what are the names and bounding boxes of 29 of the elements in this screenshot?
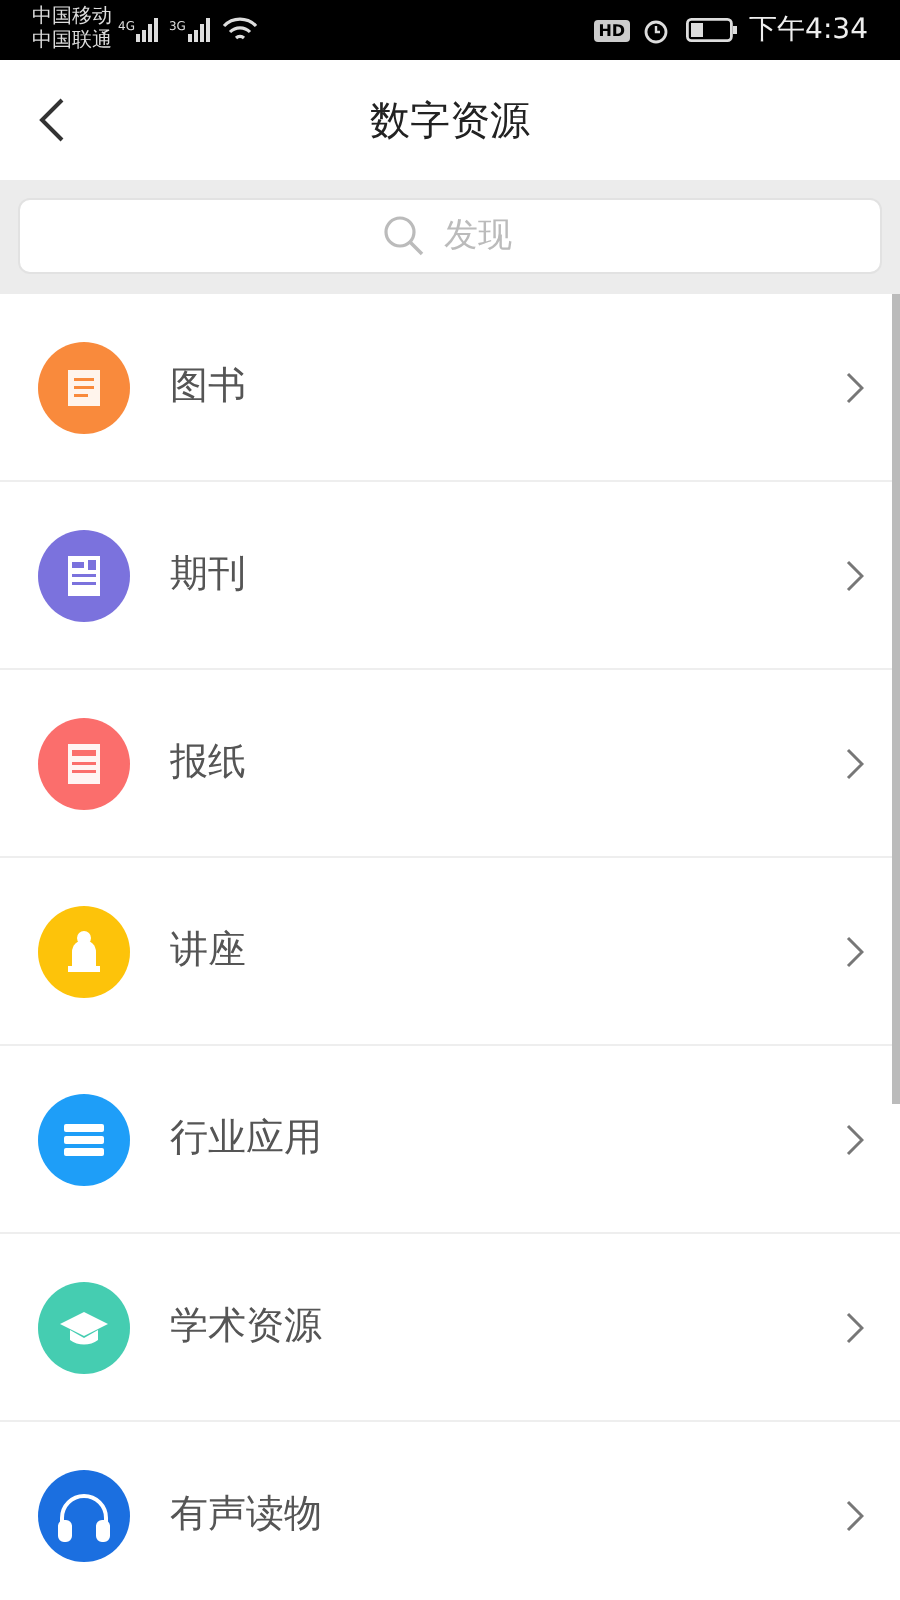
item-label: 行业应用 [170, 1114, 324, 1165]
item-label: 报纸 [170, 738, 248, 789]
item-label: 图书 [170, 362, 248, 413]
resource-item[interactable]: 行业应用 [0, 1046, 900, 1234]
chevron-icon [846, 935, 864, 967]
chevron-icon [846, 1123, 864, 1155]
chevron-icon [846, 1311, 864, 1343]
chevron-icon [846, 371, 864, 403]
item-label: 期刊 [170, 550, 248, 601]
clock-time: 下午4:34 [749, 11, 868, 49]
carrier-label: 中国联通 [32, 30, 112, 54]
search-icon [382, 214, 426, 258]
hd-badge: HD [594, 19, 630, 41]
item-label: 学术资源 [170, 1302, 324, 1353]
wifi-icon [221, 16, 258, 44]
item-label: 讲座 [170, 926, 248, 977]
chevron-icon [846, 747, 864, 779]
signal-icon [185, 18, 214, 42]
carrier-label: 中国移动 [32, 6, 112, 29]
item-label: 有声读物 [170, 1490, 324, 1541]
battery-icon [685, 18, 738, 42]
resource-item[interactable]: 有声读物 [0, 1422, 900, 1600]
chevron-icon [846, 559, 864, 591]
page-title: 数字资源 [370, 94, 530, 148]
resource-item[interactable]: 学术资源 [0, 1234, 900, 1422]
alarm-icon [641, 16, 670, 44]
signal-icon [134, 18, 163, 42]
chevron-icon [846, 1499, 864, 1531]
search-field[interactable]: 发现 [18, 198, 882, 274]
